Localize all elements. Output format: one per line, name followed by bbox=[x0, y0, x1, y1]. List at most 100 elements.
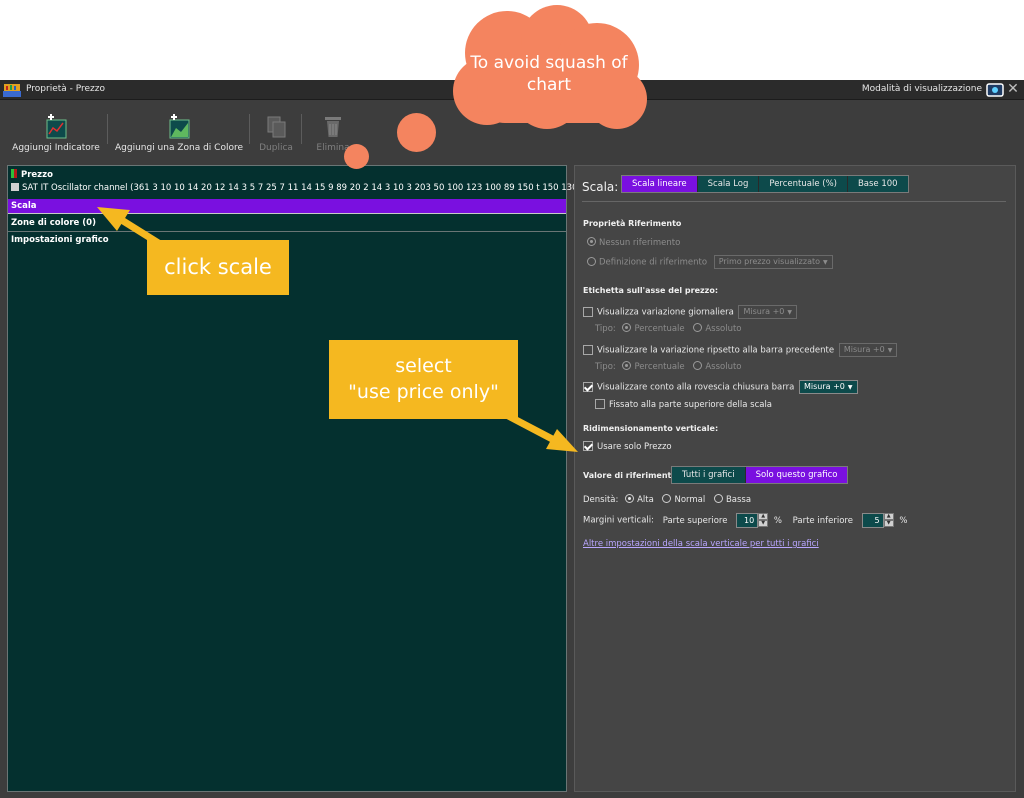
prev-bar-absolute-label: Assoluto bbox=[705, 362, 742, 372]
daily-percent-radio[interactable] bbox=[622, 323, 632, 332]
daily-variation-option[interactable]: Visualizza variazione giornaliera Misura… bbox=[583, 305, 797, 319]
more-scale-settings-link[interactable]: Altre impostazioni della scala verticale… bbox=[583, 539, 819, 549]
daily-type-row: Tipo: Percentuale Assoluto bbox=[595, 323, 742, 334]
no-reference-radio[interactable] bbox=[587, 237, 596, 246]
app-logo-icon bbox=[3, 84, 21, 97]
no-reference-option[interactable]: Nessun riferimento bbox=[587, 237, 680, 248]
define-reference-option[interactable]: Definizione di riferimento Primo prezzo … bbox=[587, 255, 833, 269]
fixed-top-option[interactable]: Fissato alla parte superiore della scala bbox=[595, 399, 772, 410]
tree-item-color-zones[interactable]: Zone di colore (0) bbox=[8, 216, 566, 232]
daily-measure-value: Misura +0 bbox=[743, 307, 785, 316]
thought-bubble-large bbox=[397, 113, 436, 152]
axis-label-section-title: Etichetta sull'asse del prezzo: bbox=[583, 286, 719, 295]
daily-type-label: Tipo: bbox=[595, 324, 616, 334]
tab-base-100[interactable]: Base 100 bbox=[847, 176, 908, 192]
thought-bubble-small bbox=[344, 144, 369, 169]
fixed-top-label: Fissato alla parte superiore della scala bbox=[609, 400, 773, 410]
prev-bar-variation-label: Visualizzare la variazione ripsetto alla… bbox=[597, 345, 835, 356]
display-mode-icon[interactable] bbox=[986, 82, 1004, 98]
add-indicator-button[interactable]: Aggiungi Indicatore bbox=[10, 114, 102, 160]
stepper-arrows-icon[interactable]: ▲ ▼ bbox=[883, 513, 894, 528]
price-color-chip bbox=[11, 169, 17, 178]
no-reference-label: Nessun riferimento bbox=[599, 238, 681, 248]
scale-type-tabs: Scala lineare Scala Log Percentuale (%) … bbox=[621, 175, 909, 193]
window-title: Proprietà - Prezzo bbox=[26, 84, 106, 94]
use-price-only-checkbox[interactable] bbox=[583, 441, 593, 451]
margin-bottom-unit: % bbox=[899, 515, 908, 526]
margin-top-input[interactable]: 10 bbox=[736, 513, 759, 528]
vertical-resize-section-title: Ridimensionamento verticale: bbox=[583, 424, 719, 433]
add-indicator-label: Aggiungi Indicatore bbox=[12, 143, 100, 153]
indicator-visibility-checkbox[interactable] bbox=[11, 183, 19, 191]
toolbar-separator bbox=[107, 114, 108, 144]
chevron-down-icon: ▼ bbox=[847, 384, 853, 391]
add-color-zone-label: Aggiungi una Zona di Colore bbox=[114, 143, 243, 153]
prev-bar-percent-radio[interactable] bbox=[622, 361, 632, 370]
prev-bar-variation-checkbox[interactable] bbox=[583, 344, 593, 355]
prev-bar-type-row: Tipo: Percentuale Assoluto bbox=[595, 361, 742, 372]
display-mode-label[interactable]: Modalità di visualizzazione bbox=[862, 84, 982, 94]
daily-absolute-radio[interactable] bbox=[693, 323, 703, 332]
margin-top-unit: % bbox=[773, 515, 782, 526]
density-label: Densità: bbox=[583, 495, 619, 505]
scale-divider bbox=[582, 201, 1006, 202]
reference-value-toggle: Tutti i grafici Solo questo grafico bbox=[671, 466, 849, 484]
tab-percent-scale[interactable]: Percentuale (%) bbox=[759, 176, 848, 192]
tab-linear-scale[interactable]: Scala lineare bbox=[622, 176, 698, 192]
countdown-measure-value: Misura +0 bbox=[803, 382, 845, 391]
callout-line-2: "use price only" bbox=[348, 381, 499, 403]
margin-top-label: Parte superiore bbox=[662, 515, 728, 526]
scale-label: Scala: bbox=[582, 180, 619, 194]
add-color-zone-icon bbox=[169, 114, 190, 139]
chevron-down-icon: ▼ bbox=[787, 309, 792, 316]
density-low-radio[interactable] bbox=[713, 494, 723, 503]
reference-section-title: Proprietà Riferimento bbox=[583, 219, 682, 228]
define-reference-label: Definizione di riferimento bbox=[599, 257, 708, 268]
callout-line-1: select bbox=[395, 355, 452, 377]
trash-icon bbox=[325, 117, 341, 137]
use-price-only-option[interactable]: Usare solo Prezzo bbox=[583, 441, 672, 452]
tree-item-scale[interactable]: Scala bbox=[8, 199, 566, 214]
tree-item-indicator-label: SAT IT Oscillator channel (361 3 10 10 1… bbox=[22, 183, 600, 193]
prev-bar-measure-dropdown[interactable]: Misura +0 ▼ bbox=[838, 343, 898, 357]
density-high-radio[interactable] bbox=[625, 494, 635, 503]
density-normal-radio[interactable] bbox=[662, 494, 672, 503]
cloud-annotation-text: To avoid squash of chart bbox=[470, 53, 628, 95]
countdown-option[interactable]: Visualizzare conto alla rovescia chiusur… bbox=[583, 380, 858, 394]
tree-item-price-label: Prezzo bbox=[21, 170, 53, 180]
define-reference-radio[interactable] bbox=[587, 256, 596, 266]
chevron-down-icon: ▼ bbox=[823, 259, 828, 266]
duplicate-label: Duplica bbox=[259, 143, 293, 153]
margin-bottom-input[interactable]: 5 bbox=[861, 513, 884, 528]
margin-top-stepper[interactable]: 10 ▲ ▼ bbox=[736, 513, 769, 528]
close-icon[interactable]: ✕ bbox=[1006, 82, 1020, 96]
prev-bar-variation-option[interactable]: Visualizzare la variazione ripsetto alla… bbox=[583, 343, 898, 357]
this-chart-only-option[interactable]: Solo questo grafico bbox=[745, 467, 848, 483]
reference-dropdown[interactable]: Primo prezzo visualizzato ▼ bbox=[713, 255, 833, 269]
density-row: Densità: Alta Normal Bassa bbox=[583, 494, 751, 505]
countdown-label: Visualizzare conto alla rovescia chiusur… bbox=[597, 382, 795, 393]
fixed-top-checkbox[interactable] bbox=[595, 399, 605, 409]
add-indicator-icon bbox=[46, 114, 67, 139]
scale-settings-panel: Scala: Scala lineare Scala Log Percentua… bbox=[574, 165, 1016, 792]
use-price-only-label: Usare solo Prezzo bbox=[597, 442, 672, 452]
margin-bottom-label: Parte inferiore bbox=[792, 515, 853, 526]
tree-item-price[interactable]: Prezzo bbox=[8, 169, 566, 181]
all-charts-option[interactable]: Tutti i grafici bbox=[672, 467, 746, 483]
stepper-arrows-icon[interactable]: ▲ ▼ bbox=[758, 513, 769, 528]
tree-item-indicator[interactable]: SAT IT Oscillator channel (361 3 10 10 1… bbox=[8, 183, 600, 196]
countdown-checkbox[interactable] bbox=[583, 381, 593, 392]
daily-measure-dropdown[interactable]: Misura +0 ▼ bbox=[738, 305, 797, 319]
countdown-measure-dropdown[interactable]: Misura +0 ▼ bbox=[798, 380, 858, 394]
chevron-down-icon: ▼ bbox=[887, 347, 893, 354]
tab-log-scale[interactable]: Scala Log bbox=[697, 176, 760, 192]
margins-label: Margini verticali: bbox=[583, 515, 655, 526]
daily-variation-checkbox[interactable] bbox=[583, 306, 593, 317]
use-price-only-callout: select "use price only" bbox=[329, 340, 518, 419]
screenshot-stage: Proprietà - Prezzo Modalità di visualizz… bbox=[0, 0, 1024, 798]
toolbar-separator bbox=[249, 114, 250, 144]
duplicate-button[interactable]: Duplica bbox=[255, 114, 297, 160]
margin-bottom-stepper[interactable]: 5 ▲ ▼ bbox=[861, 513, 894, 528]
add-color-zone-button[interactable]: Aggiungi una Zona di Colore bbox=[114, 114, 244, 160]
prev-bar-absolute-radio[interactable] bbox=[693, 361, 703, 370]
